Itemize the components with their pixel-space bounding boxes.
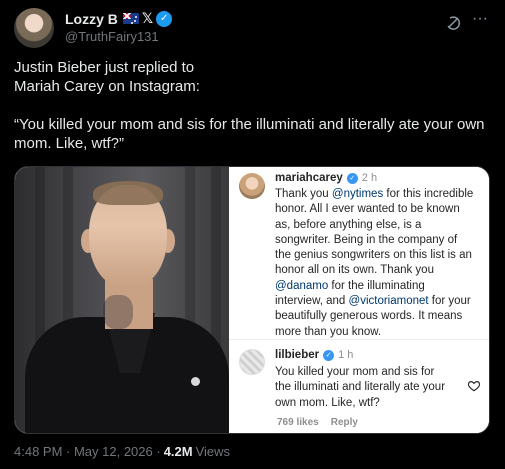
tweet-timestamp[interactable]: 4:48 PM · May 12, 2026 · [14, 444, 161, 459]
comment-divider [229, 339, 489, 340]
tweet-header: Lozzy B 𝕏 ✓ @TruthFairy131 ··· [14, 8, 494, 48]
comment-line: honor all on its own. Thank you [275, 264, 434, 277]
lilbieber-comment-text: You killed your mom and sis for the illu… [275, 365, 475, 411]
comment-time: 1 h [338, 349, 354, 361]
comment-likes: 769 likes [277, 417, 319, 428]
comment-line: @danamo for the illuminating [275, 279, 425, 292]
comment-line: own mom. Like, wtf? [275, 396, 380, 409]
views-label: Views [195, 444, 231, 459]
comment-line: more than you know. [275, 325, 382, 338]
tweet-footer: 4:48 PM · May 12, 2026 · 4.2M Views [14, 444, 230, 459]
tweet-quote-line: “You killed your mom and sis for the ill… [14, 116, 485, 133]
verified-badge-icon: ✓ [323, 349, 335, 361]
tweet-text: Justin Bieber just replied to Mariah Car… [14, 58, 492, 153]
tweet-text-line: Mariah Carey on Instagram: [14, 78, 200, 95]
heart-icon [467, 381, 481, 392]
comment-line: honor. All I ever wanted to be known [275, 203, 460, 216]
mariahcarey-avatar [239, 173, 265, 199]
mariahcarey-comment-text: Thank you @nytimes for this incredible h… [275, 187, 487, 340]
author-display-name[interactable]: Lozzy B [65, 11, 118, 27]
comment-time: 2 h [361, 172, 378, 184]
comment-line: interview, and @victoriamonet for your [275, 295, 471, 308]
tweet-media[interactable]: mariahcarey ✓ 2 h Thank you @nytimes for… [14, 166, 490, 434]
comment-username: mariahcarey [275, 172, 343, 184]
comment-line: songwriter. Being in the company of [275, 233, 458, 246]
comment-meta: 769 likes Reply [277, 417, 358, 428]
tweet-text-line: Justin Bieber just replied to [14, 59, 195, 76]
comment-header: mariahcarey ✓ 2 h [275, 172, 377, 184]
x-logo-glyph: 𝕏 [141, 10, 154, 26]
comment-line: beautifully generous words. It means [275, 310, 463, 323]
views-count: 4.2M [163, 444, 193, 459]
more-options-icon[interactable]: ··· [472, 10, 488, 28]
comment-line: Thank you @nytimes for this incredible [275, 188, 474, 200]
author-avatar[interactable] [14, 8, 54, 48]
comment-reply: Reply [330, 417, 358, 428]
verified-badge-icon[interactable]: ✓ [156, 10, 173, 27]
comment-line: as, before anything else, is a [275, 218, 422, 231]
tweet-quote-line: mom. Like, wtf?” [14, 135, 125, 152]
comment-line: the genius songwriters on this list is a… [275, 249, 472, 262]
comment-header: lilbieber ✓ 1 h [275, 349, 353, 361]
verified-badge-icon: ✓ [346, 172, 358, 184]
author-name-row[interactable]: Lozzy B 𝕏 ✓ [65, 10, 173, 27]
comment-username: lilbieber [275, 349, 320, 361]
justin-bieber-photo[interactable] [15, 167, 229, 433]
australia-flag-icon [122, 13, 139, 24]
comment-line: You killed your mom and sis for [275, 366, 435, 378]
author-handle[interactable]: @TruthFairy131 [65, 29, 159, 44]
instagram-comments-screenshot: mariahcarey ✓ 2 h Thank you @nytimes for… [229, 167, 489, 433]
tweet-card: Lozzy B 𝕏 ✓ @TruthFairy131 ··· Justin Bi… [0, 0, 505, 469]
grok-icon[interactable] [444, 14, 462, 32]
lilbieber-avatar [239, 349, 265, 375]
comment-line: the illuminati and literally ate your [275, 381, 446, 394]
